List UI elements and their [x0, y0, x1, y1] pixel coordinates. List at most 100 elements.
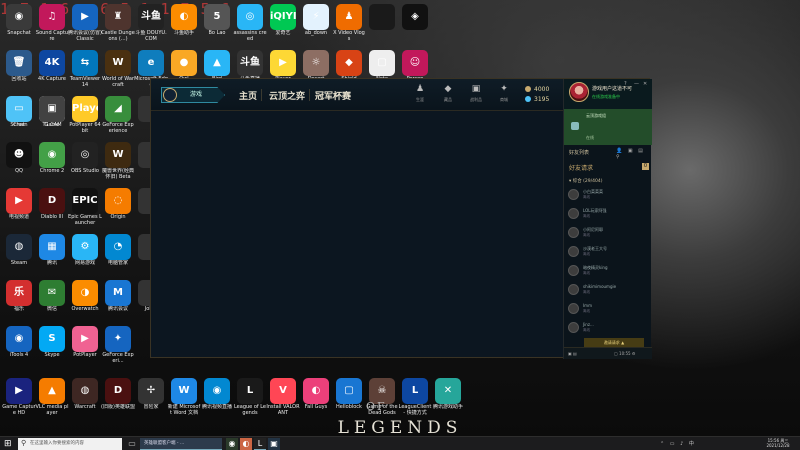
nav-home[interactable]: 主页 [239, 89, 257, 102]
profile-header[interactable]: 游戏用户这道不可 在线游戏准备中 ? — ✕ [564, 79, 652, 109]
task-view-icon[interactable]: ▭ [126, 438, 138, 450]
friend-requests-row[interactable]: 好友请求 [569, 163, 593, 172]
store-icon[interactable]: ✦ 商城 [493, 84, 515, 103]
icon-game-assistant[interactable]: ✕ 腾讯游戏助手 [431, 378, 465, 416]
icon-word-doc[interactable]: W新建 Microsoft Word 文档 (2) [167, 378, 201, 416]
icon-recycle-bin[interactable]: 🗑 回收站 [2, 50, 36, 88]
desktop-icon-label: 回收站 [11, 76, 27, 82]
icon-t1-cam[interactable]: ▣ T1 CAM [35, 96, 69, 134]
profile-status[interactable]: 在线游戏准备中 [592, 94, 620, 100]
icon-diablo[interactable]: D Diablo III [35, 188, 69, 226]
icon-4k-capture[interactable]: 4K 4K Capture [35, 50, 69, 88]
icon-geforce-2[interactable]: ✦ GeForce Experi... [101, 326, 135, 364]
desktop-icon-label: Castle Dungeons (...) [101, 30, 135, 42]
icon-bolao[interactable]: 5 Bo Lao [200, 4, 234, 42]
icon-epic[interactable]: EPIC Epic Games Launcher [68, 188, 102, 226]
icon-douyu-helper[interactable]: ◐ 斗鱼助手 [167, 4, 201, 42]
windows-start-icon[interactable]: ⊞ [4, 439, 14, 449]
social-toolbar-icons[interactable]: 👤 ▣ ▤ ⚲ [616, 148, 651, 160]
icon-douyu[interactable]: 斗鱼 斗鱼 DOUYU.COM [134, 4, 168, 42]
icon-pc-manager[interactable]: ◔ 电脑管家 [101, 234, 135, 272]
friend-row[interactable]: LOL玩家阿强 离线 [568, 207, 648, 221]
friend-row[interactable]: Imm 离线 [568, 302, 648, 316]
icon-tv[interactable]: ▶ 电视频道 [2, 188, 36, 226]
icon-qq[interactable]: ☻ QQ [2, 142, 36, 180]
nav-tft[interactable]: 云顶之弈 [269, 89, 305, 102]
icon-potplayer-2[interactable]: ▶ PotPlayer [68, 326, 102, 364]
icon-steam[interactable]: ◍ Steam [2, 234, 36, 272]
icon-blank-1[interactable] [365, 4, 399, 42]
folder-taskbar-icon[interactable]: ▣ [268, 438, 280, 450]
desktop-icon-label: 腾讯视频直播 [201, 404, 232, 410]
icon-xvideo[interactable]: ♟ X Video Vlogs [332, 4, 366, 42]
friend-name: Jinz... [583, 322, 594, 327]
taskbar-search-box[interactable]: 在这里输入你要搜索的内容 [18, 438, 122, 450]
icon-valorant[interactable]: V Install VALORANT [266, 378, 300, 416]
icon-tencent[interactable]: ▦ 腾讯 [35, 234, 69, 272]
icon-lol-old[interactable]: D (旧版)英雄联盟 [101, 378, 135, 416]
wallpaper-legends-logo: LEGENDS [337, 418, 463, 438]
icon-league-small[interactable]: ◈ [398, 4, 432, 42]
collection-icon[interactable]: ◆ 藏品 [437, 84, 459, 103]
party-card[interactable]: 云顶游戏组 在线 [564, 109, 652, 145]
friend-row[interactable]: shikimimoumgie 离线 [568, 283, 648, 297]
icon-wow-classic[interactable]: W 魔兽世界(经典怀旧) Beta [101, 142, 135, 180]
icon-origin[interactable]: ◌ Origin [101, 188, 135, 226]
league-taskbar-icon[interactable]: L [254, 438, 266, 450]
icon-potplayer[interactable]: PlayerPotPlayer 64 bit [68, 96, 102, 134]
icon-obs[interactable]: ◎ OBS Studio [68, 142, 102, 180]
loot-icon[interactable]: ▣ 战利品 [465, 84, 487, 103]
icon-sound-capture[interactable]: ♫ Sound Capture [35, 4, 69, 42]
icon-tencent-video[interactable]: ◉ 腾讯视频直播 [200, 378, 234, 416]
system-tray[interactable]: ⌃ ▭ ♪ 中 [660, 440, 696, 447]
invite-requests-tab[interactable]: 邀请请求 ▲ [584, 338, 644, 347]
icon-netease[interactable]: ⚙ 网易游戏 [68, 234, 102, 272]
taskbar-active-window[interactable]: 英雄联盟客户端 - ... [140, 438, 222, 450]
icon-meeting[interactable]: ▶ 腾讯会议(仿冒) Classic [68, 4, 102, 42]
friend-row[interactable]: Jinz... 离线 [568, 321, 648, 335]
icon-teamviewer[interactable]: ⇆ TeamViewer 14 [68, 50, 102, 88]
help-icon[interactable]: ? [624, 81, 627, 87]
social-bottom-right-icons[interactable]: ▢ 10:55 ⚙ [614, 351, 635, 356]
icon-lol[interactable]: L League of Legends [233, 378, 267, 416]
icon-skype[interactable]: S Skype [35, 326, 69, 364]
close-icon[interactable]: ✕ [643, 81, 647, 87]
icon-vlc[interactable]: ▲ VLC media player [35, 378, 69, 416]
friend-row[interactable]: 小阿尼阿耶 离线 [568, 226, 648, 240]
icon-adventurer[interactable]: ✢ 冒险家 [134, 378, 168, 416]
icon-helloblock[interactable]: ▢ Helloblock [332, 378, 366, 416]
icon-wow[interactable]: W World of Warcraft [101, 50, 135, 88]
icon-assassin[interactable]: ◎ assassins creed [233, 4, 267, 42]
icon-wechat[interactable]: ✉ 微信 [35, 280, 69, 318]
icon-iqiyi[interactable]: iQIYI 爱奇艺 [266, 4, 300, 42]
icon-note-glyph: ▢ [369, 50, 395, 76]
minimize-icon[interactable]: — [634, 81, 639, 87]
friend-group-general[interactable]: ▾ 综合 (29/404) [569, 178, 602, 184]
icon-origin-glyph: ◌ [105, 188, 131, 214]
profile-icon[interactable]: ♟ 生涯 [409, 84, 431, 103]
social-bottom-left-icons[interactable]: ▣ ▤ [568, 351, 577, 356]
icon-screen[interactable]: ▭ Screen [2, 96, 36, 134]
icon-overwatch[interactable]: ◑ Overwatch [68, 280, 102, 318]
taskbar-clock[interactable]: 15:56 周三 2021/12/28 [758, 438, 798, 448]
profile-avatar[interactable] [569, 82, 589, 102]
icon-tencent-meeting[interactable]: M 腾讯会议 [101, 280, 135, 318]
icon-warcraft[interactable]: ◍ Warcraft [68, 378, 102, 416]
friend-row[interactable]: 小白菜菜菜 离线 [568, 188, 648, 202]
icon-camera[interactable]: ◉ Snapchat [2, 4, 36, 42]
chrome-taskbar-icon[interactable]: ◉ [226, 438, 238, 450]
icon-castle[interactable]: ♜ Castle Dungeons (...) [101, 4, 135, 42]
app-taskbar-icon[interactable]: ◐ [240, 438, 252, 450]
icon-ab-down[interactable]: ⚡ ab_down [299, 4, 333, 42]
icon-fall-guys-glyph: ◐ [303, 378, 329, 404]
icon-chrome[interactable]: ◉ Chrome 2 [35, 142, 69, 180]
icon-itools[interactable]: ◉ iTools 4 [2, 326, 36, 364]
friend-row[interactable]: 暗夜精灵king 离线 [568, 264, 648, 278]
icon-geforce[interactable]: ◢ GeForce Experience [101, 96, 135, 134]
icon-fall-guys[interactable]: ◐ Fall Guys [299, 378, 333, 416]
nav-clash[interactable]: 冠军杯赛 [315, 89, 351, 102]
icon-fule[interactable]: 乐福乐 [2, 280, 36, 318]
social-panel: 游戏用户这道不可 在线游戏准备中 ? — ✕ 云顶游戏组 在线 好友列表 👤 ▣… [563, 79, 652, 359]
friend-row[interactable]: 沙漠老王大号 离线 [568, 245, 648, 259]
icon-game-capture[interactable]: ▶ Game Capture HD [2, 378, 36, 416]
